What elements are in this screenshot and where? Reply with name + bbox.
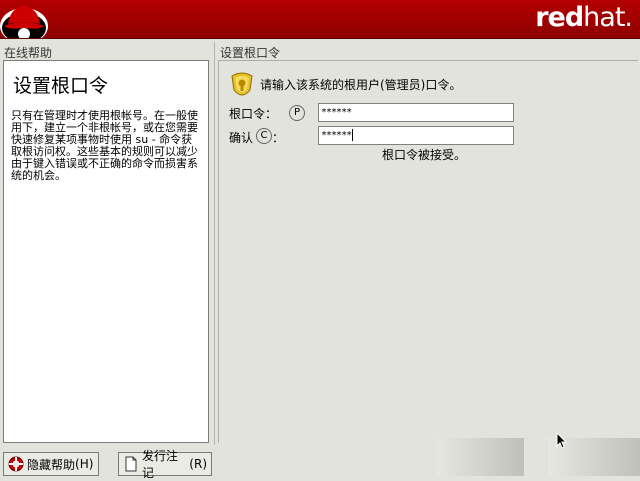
redhat-logo-icon: [0, 0, 50, 38]
help-body-text: 只有在管理时才使用根帐号。在一般使用下，建立一个非根帐号，或在您需要快速修复某项…: [11, 109, 198, 182]
redhat-wordmark: redhat.: [535, 2, 633, 33]
confirm-password-label: 确认: [229, 131, 254, 145]
confirm-password-colon: ：: [272, 131, 285, 145]
hide-help-button[interactable]: 隐藏帮助 (H): [3, 452, 99, 476]
password-prompt: 请输入该系统的根用户(管理员)口令。: [260, 78, 462, 92]
back-button[interactable]: [436, 438, 524, 476]
confirm-password-value: ******: [321, 130, 352, 141]
section-title: 设置根口令: [220, 46, 281, 60]
text-caret: [352, 129, 354, 141]
header-banner: redhat.: [0, 0, 640, 39]
root-password-value: ******: [321, 107, 352, 118]
lifebuoy-icon: [8, 456, 24, 472]
release-notes-button[interactable]: 发行注记 (R): [118, 449, 212, 480]
confirm-password-input[interactable]: ******: [318, 126, 514, 145]
confirm-password-mnemonic: C: [256, 128, 272, 144]
root-password-mnemonic: P: [289, 105, 305, 121]
mouse-cursor-icon: [556, 431, 568, 450]
security-badge-icon: [228, 70, 256, 100]
brand-light: hat.: [583, 2, 633, 33]
root-password-input[interactable]: ******: [318, 103, 514, 122]
brand-bold: red: [535, 2, 584, 33]
hide-help-mnemonic: (H): [75, 457, 94, 471]
help-heading: 设置根口令: [13, 75, 109, 97]
help-panel[interactable]: 设置根口令 只有在管理时才使用根帐号。在一般使用下，建立一个非根帐号，或在您需要…: [3, 60, 209, 443]
help-panel-title: 在线帮助: [4, 46, 53, 60]
panel-divider: [214, 42, 215, 445]
document-icon: [123, 456, 139, 472]
hide-help-label: 隐藏帮助: [27, 457, 76, 472]
release-notes-mnemonic: (R): [189, 457, 207, 471]
password-status: 根口令被接受。: [382, 148, 467, 162]
root-password-label: 根口令：: [229, 107, 278, 121]
release-notes-label: 发行注记: [142, 449, 179, 480]
